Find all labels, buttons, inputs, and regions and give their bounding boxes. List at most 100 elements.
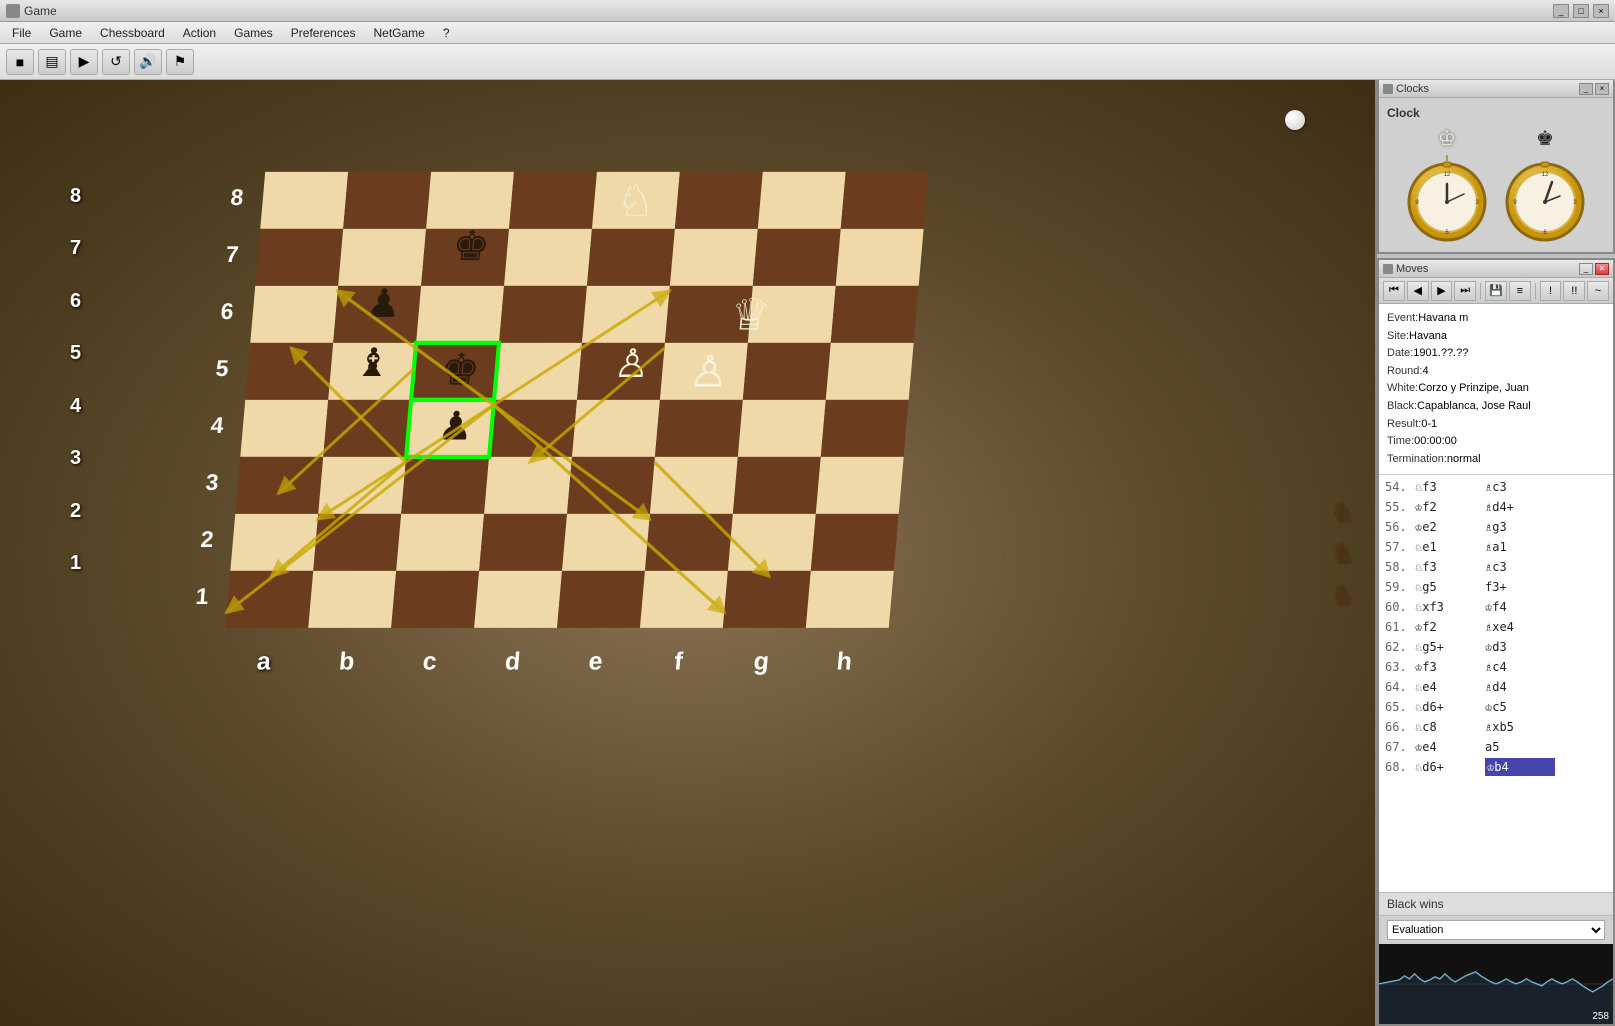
menu-game[interactable]: Game — [41, 24, 90, 42]
move-black-8[interactable]: ♔d3 — [1485, 638, 1555, 656]
piece-black-king-c7: ♚ — [451, 222, 492, 269]
svg-text:f: f — [673, 647, 684, 675]
move-white-11[interactable]: ♘d6+ — [1415, 698, 1485, 716]
move-row-54: 54.♘f3♗c3 — [1381, 477, 1611, 497]
move-white-4[interactable]: ♘f3 — [1415, 558, 1485, 576]
menu-preferences[interactable]: Preferences — [283, 24, 364, 42]
menu-bar: File Game Chessboard Action Games Prefer… — [0, 22, 1615, 44]
decoration-ball — [1285, 110, 1305, 130]
nav-save-btn[interactable]: 💾 — [1485, 281, 1507, 301]
move-white-7[interactable]: ♔f2 — [1415, 618, 1485, 636]
move-black-10[interactable]: ♗d4 — [1485, 678, 1555, 696]
close-btn[interactable]: × — [1593, 4, 1609, 18]
move-black-7[interactable]: ♗xe4 — [1485, 618, 1555, 636]
nav-prev-btn[interactable]: ◀ — [1407, 281, 1429, 301]
move-white-8[interactable]: ♘g5+ — [1415, 638, 1485, 656]
move-row-64: 64.♘e4♗d4 — [1381, 677, 1611, 697]
toolbar-sound-btn[interactable]: 🔊 — [134, 49, 162, 75]
moves-list-container[interactable]: 54.♘f3♗c355.♔f2♗d4+56.♔e2♗g357.♘e1♗a158.… — [1379, 475, 1613, 892]
move-black-6[interactable]: ♔f4 — [1485, 598, 1555, 616]
minimize-btn[interactable]: _ — [1553, 4, 1569, 18]
move-black-14[interactable]: ♔b4 — [1485, 758, 1555, 776]
clock-title-bar: Clocks _ × — [1379, 80, 1613, 98]
move-black-4[interactable]: ♗c3 — [1485, 558, 1555, 576]
move-white-2[interactable]: ♔e2 — [1415, 518, 1485, 536]
toolbar-board-btn[interactable]: ▤ — [38, 49, 66, 75]
move-white-3[interactable]: ♘e1 — [1415, 538, 1485, 556]
nav-last-btn[interactable]: ⏭ — [1454, 281, 1476, 301]
svg-text:a: a — [256, 647, 273, 675]
move-white-12[interactable]: ♘c8 — [1415, 718, 1485, 736]
move-white-5[interactable]: ♘g5 — [1415, 578, 1485, 596]
moves-window: Moves _ × ⏮ ◀ ▶ ⏭ 💾 ≡ — [1377, 258, 1615, 1026]
black-clock-container: ♚ 12 — [1500, 126, 1590, 244]
rank-2: 2 — [70, 485, 81, 538]
menu-netgame[interactable]: NetGame — [366, 24, 433, 42]
move-black-3[interactable]: ♗a1 — [1485, 538, 1555, 556]
toolbar-sep-1 — [1480, 283, 1481, 299]
move-white-1[interactable]: ♔f2 — [1415, 498, 1485, 516]
move-black-2[interactable]: ♗g3 — [1485, 518, 1555, 536]
clock-content: Clock ♔ — [1379, 98, 1613, 252]
piece-black-pawn-b6: ♟ — [364, 282, 403, 326]
moves-minimize-btn[interactable]: _ — [1579, 263, 1593, 275]
rank-1: 1 — [70, 538, 81, 591]
move-row-57: 57.♘e1♗a1 — [1381, 537, 1611, 557]
toolbar-sep-2 — [1535, 283, 1536, 299]
rank-7: 7 — [70, 223, 81, 276]
eval-number: 258 — [1592, 1011, 1609, 1022]
nav-annot1-btn[interactable]: ! — [1540, 281, 1562, 301]
moves-close-btn[interactable]: × — [1595, 263, 1609, 275]
menu-chessboard[interactable]: Chessboard — [92, 24, 173, 42]
result-text: Black wins — [1387, 897, 1444, 911]
menu-games[interactable]: Games — [226, 24, 281, 42]
menu-help[interactable]: ? — [435, 24, 458, 42]
move-white-6[interactable]: ♘xf3 — [1415, 598, 1485, 616]
move-white-0[interactable]: ♘f3 — [1415, 478, 1485, 496]
move-black-0[interactable]: ♗c3 — [1485, 478, 1555, 496]
board-svg: ♘ ♕ ♙ ♙ ♚ ♟ ♟ — [110, 120, 1010, 970]
rank-6: 6 — [70, 275, 81, 328]
nav-graph-btn[interactable]: ~ — [1587, 281, 1609, 301]
toolbar-flag-btn[interactable]: ⚑ — [166, 49, 194, 75]
eval-select[interactable]: Evaluation — [1387, 920, 1605, 940]
clock-window-title: Clocks — [1396, 83, 1429, 95]
clock-window-icon — [1383, 84, 1393, 94]
moves-toolbar: ⏮ ◀ ▶ ⏭ 💾 ≡ ! !! ~ — [1379, 278, 1613, 304]
svg-text:4: 4 — [210, 412, 225, 438]
move-black-9[interactable]: ♗c4 — [1485, 658, 1555, 676]
maximize-btn[interactable]: □ — [1573, 4, 1589, 18]
nav-first-btn[interactable]: ⏮ — [1383, 281, 1405, 301]
move-num-2: 56. — [1385, 518, 1415, 536]
toolbar-play-btn[interactable]: ▶ — [70, 49, 98, 75]
white-clock-container: ♔ — [1402, 126, 1492, 244]
move-white-10[interactable]: ♘e4 — [1415, 678, 1485, 696]
menu-file[interactable]: File — [4, 24, 39, 42]
move-black-1[interactable]: ♗d4+ — [1485, 498, 1555, 516]
move-white-13[interactable]: ♔e4 — [1415, 738, 1485, 756]
clock-close-btn[interactable]: × — [1595, 83, 1609, 95]
moves-title-bar: Moves _ × — [1379, 260, 1613, 278]
svg-text:b: b — [338, 647, 356, 675]
clock-window: Clocks _ × Clock ♔ — [1377, 80, 1615, 254]
move-black-11[interactable]: ♔c5 — [1485, 698, 1555, 716]
move-black-5[interactable]: f3+ — [1485, 578, 1555, 596]
move-black-13[interactable]: a5 — [1485, 738, 1555, 756]
move-row-58: 58.♘f3♗c3 — [1381, 557, 1611, 577]
menu-action[interactable]: Action — [175, 24, 224, 42]
move-row-60: 60.♘xf3♔f4 — [1381, 597, 1611, 617]
move-black-12[interactable]: ♗xb5 — [1485, 718, 1555, 736]
nav-next-btn[interactable]: ▶ — [1431, 281, 1453, 301]
nav-list-btn[interactable]: ≡ — [1509, 281, 1531, 301]
move-num-11: 65. — [1385, 698, 1415, 716]
toolbar-stop-btn[interactable]: ■ — [6, 49, 34, 75]
nav-annot2-btn[interactable]: !! — [1563, 281, 1585, 301]
toolbar-reset-btn[interactable]: ↺ — [102, 49, 130, 75]
move-white-9[interactable]: ♔f3 — [1415, 658, 1485, 676]
move-num-9: 63. — [1385, 658, 1415, 676]
move-row-61: 61.♔f2♗xe4 — [1381, 617, 1611, 637]
clock-minimize-btn[interactable]: _ — [1579, 83, 1593, 95]
move-row-62: 62.♘g5+♔d3 — [1381, 637, 1611, 657]
move-white-14[interactable]: ♘d6+ — [1415, 758, 1485, 776]
svg-text:d: d — [504, 647, 522, 675]
